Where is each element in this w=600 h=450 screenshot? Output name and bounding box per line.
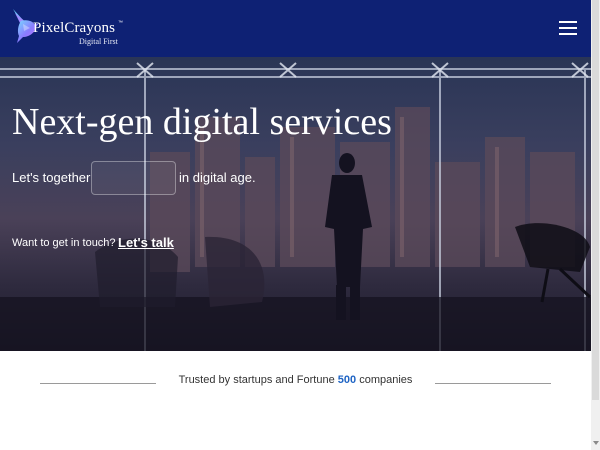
menu-bar-bottom xyxy=(559,33,577,35)
hamburger-menu-icon[interactable] xyxy=(559,21,577,35)
trusted-by-section: Trusted by startups and Fortune 500 comp… xyxy=(0,351,591,450)
site-header: PixelCrayons ™ Digital First xyxy=(0,0,591,57)
together-prefix-text: Let's together xyxy=(12,170,91,185)
brand-name: PixelCrayons xyxy=(33,20,116,36)
trusted-by-text: Trusted by startups and Fortune 500 comp… xyxy=(0,374,591,386)
logo-link[interactable]: PixelCrayons ™ Digital First xyxy=(11,7,131,47)
trusted-count: 500 xyxy=(337,374,357,386)
menu-bar-middle xyxy=(559,27,577,29)
get-in-touch-prompt: Want to get in touch? xyxy=(12,237,116,249)
scrollbar-thumb[interactable] xyxy=(592,0,599,400)
hero-section: Next-gen digital services Let's together… xyxy=(0,57,591,351)
trusted-prefix: Trusted by startups and Fortune xyxy=(178,374,338,386)
scroll-down-arrow-icon[interactable] xyxy=(593,441,599,445)
together-suffix-text: in digital age. xyxy=(179,170,256,185)
lets-talk-link[interactable]: Let's talk xyxy=(118,235,174,250)
page-scrollbar[interactable] xyxy=(591,0,600,450)
menu-bar-top xyxy=(559,21,577,23)
rotating-word-box xyxy=(91,161,176,195)
hero-title: Next-gen digital services xyxy=(12,101,392,143)
brand-tagline: Digital First xyxy=(79,37,118,46)
divider-right xyxy=(435,383,551,384)
trusted-suffix: companies xyxy=(356,374,413,386)
trademark-mark: ™ xyxy=(118,20,123,26)
